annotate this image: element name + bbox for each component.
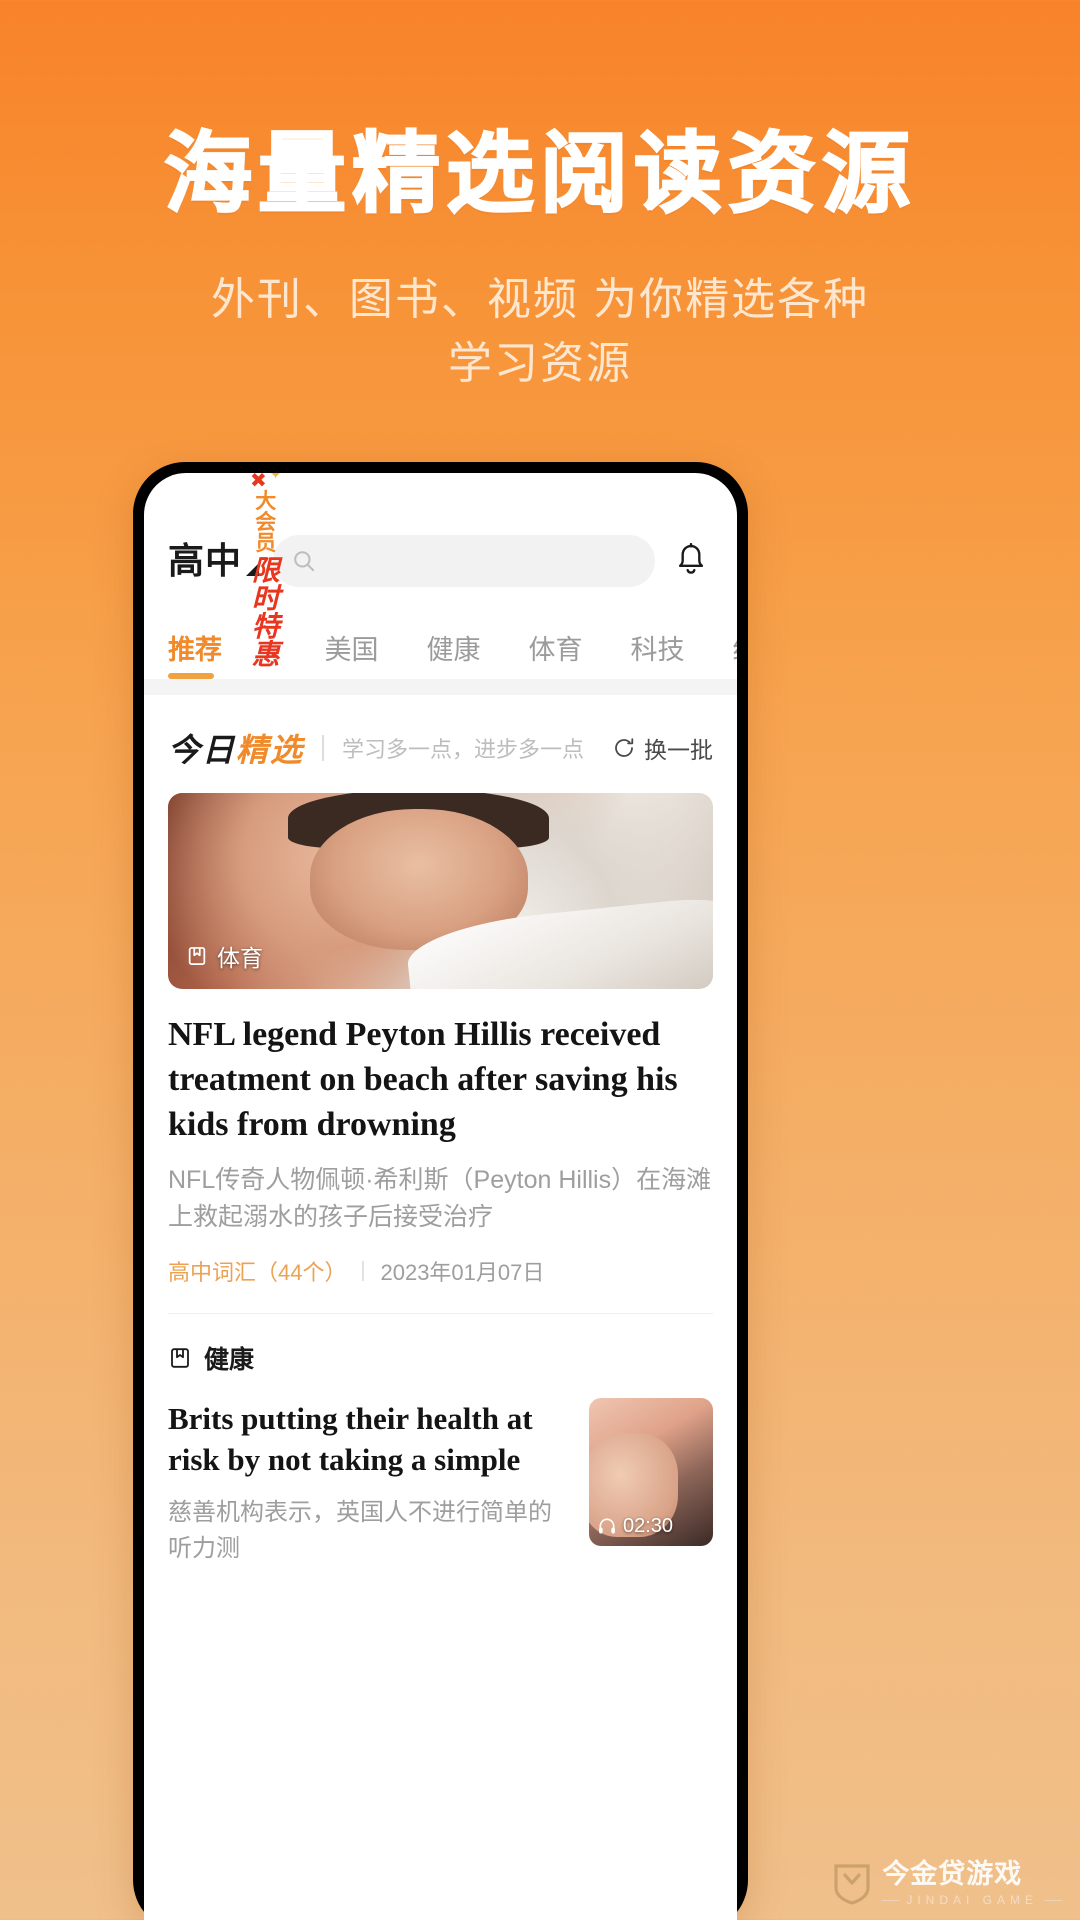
tab-usa-label: 美国 [324, 635, 379, 665]
watermark-sub-row: JINDAI GAME [882, 1894, 1062, 1906]
promo-subtitle: 外刊、图书、视频 为你精选各种 学习资源 [0, 268, 1080, 396]
search-input[interactable] [273, 535, 655, 587]
article-1-title: NFL legend Peyton Hillis received treatm… [168, 1016, 678, 1143]
tab-recommend-label: 推荐 [168, 635, 222, 665]
article-1-date: 2023年01月07日 [380, 1259, 545, 1285]
active-tab-indicator [168, 673, 214, 679]
app-top-bar: 高中 [144, 473, 737, 587]
bookmark-icon [188, 947, 206, 965]
today-picks-title-accent: 精选 [236, 732, 305, 768]
watermark-main-label: 今金贷游戏 [882, 1859, 1023, 1889]
hero-article-image[interactable]: 体育 [168, 793, 713, 989]
header-divider [322, 735, 325, 761]
article-1-vocab-badge[interactable]: 高中词汇（44个） [168, 1255, 346, 1287]
today-picks-title-primary: 今日 [168, 732, 237, 768]
headphone-icon [599, 1518, 615, 1534]
section-divider [144, 679, 737, 695]
today-picks-tagline: 学习多一点，进步多一点 [342, 737, 585, 762]
tab-technology[interactable]: 科技 [607, 628, 709, 679]
bookmark-icon [171, 1347, 189, 1368]
promo-subtitle-line2: 学习资源 [448, 339, 632, 389]
watermark-text: 今金贷游戏 JINDAI GAME [882, 1861, 1062, 1906]
refresh-button[interactable]: 换一批 [612, 731, 713, 765]
article-2-duration: 02:30 [597, 1515, 673, 1538]
phone-screen: 高中 推荐 ✖ ✦大会员 限时特惠 美国 健康 体育 科技 今日 精选 学习多一… [144, 473, 737, 1920]
refresh-label: 换一批 [644, 737, 713, 763]
category-tabs: 推荐 ✖✦大会员 限时特惠 美国 健康 体育 科技 经济 [144, 473, 738, 679]
tab-membership-promo-top-label: 大会员 [255, 490, 278, 555]
promo-subtitle-line1: 外刊、图书、视频 为你精选各种 [210, 275, 870, 325]
article-2-category-label: 健康 [204, 1345, 255, 1374]
phone-mockup: 高中 推荐 ✖ ✦大会员 限时特惠 美国 健康 体育 科技 今日 精选 学习多一… [133, 462, 748, 1920]
bell-icon [678, 543, 704, 574]
tab-health[interactable]: 健康 [403, 628, 505, 679]
watermark-rule-left [882, 1899, 901, 1901]
tab-sports[interactable]: 体育 [505, 628, 607, 679]
tab-economy-label: 经济 [733, 635, 738, 665]
article-2-thumbnail[interactable]: 02:30 [589, 1397, 713, 1546]
tab-membership-promo[interactable]: ✖ ✦大会员 限时特惠 [244, 473, 301, 679]
hero-category-label: 体育 [217, 945, 263, 971]
article-2-category-row: 健康 [168, 1340, 713, 1376]
promo-title: 海量精选阅读资源 [163, 122, 916, 225]
article-1-meta: 高中词汇（44个） 2023年01月07日 [168, 1255, 713, 1287]
article-card-2[interactable]: 健康 Brits putting their health at risk by… [144, 1314, 737, 1567]
tab-technology-label: 科技 [630, 635, 685, 665]
watermark: 今金贷游戏 JINDAI GAME [832, 1861, 1062, 1906]
notifications-button[interactable] [669, 538, 713, 584]
promo-header: 海量精选阅读资源 外刊、图书、视频 为你精选各种 学习资源 [0, 0, 1080, 396]
sparkle-icon: ✦ [269, 473, 283, 482]
shield-logo-icon [834, 1863, 870, 1905]
article-2-duration-label: 02:30 [623, 1514, 674, 1537]
article-2-subtitle: 慈善机构表示，英国人不进行简单的听力测 [168, 1498, 552, 1562]
tab-membership-promo-top-line: ✖ ✦大会员 [250, 473, 283, 554]
tab-health-label: 健康 [426, 635, 481, 665]
article-1-subtitle: NFL传奇人物佩顿·希利斯（Peyton Hillis）在海滩上救起溺水的孩子后… [168, 1165, 712, 1232]
watermark-rule-right [1044, 1899, 1062, 1901]
article-card-1[interactable]: NFL legend Peyton Hillis received treatm… [144, 989, 737, 1287]
article-2-title: Brits putting their health at risk by no… [168, 1400, 533, 1478]
refresh-icon [615, 738, 634, 757]
tab-membership-promo-bottom-label: 限时特惠 [251, 555, 281, 670]
tab-recommend[interactable]: 推荐 [168, 628, 244, 679]
tab-usa[interactable]: 美国 [301, 628, 403, 679]
tab-sports-label: 体育 [528, 635, 583, 665]
grade-selector-label: 高中 [168, 540, 243, 581]
meta-divider [362, 1260, 365, 1281]
tab-economy[interactable]: 经济 [709, 628, 738, 679]
watermark-sub-label: JINDAI GAME [906, 1893, 1038, 1907]
article-2-body: Brits putting their health at risk by no… [168, 1397, 713, 1567]
article-2-text: Brits putting their health at risk by no… [168, 1398, 571, 1567]
today-picks-header: 今日 精选 学习多一点，进步多一点 换一批 [144, 695, 737, 771]
hero-category-badge: 体育 [186, 939, 263, 973]
